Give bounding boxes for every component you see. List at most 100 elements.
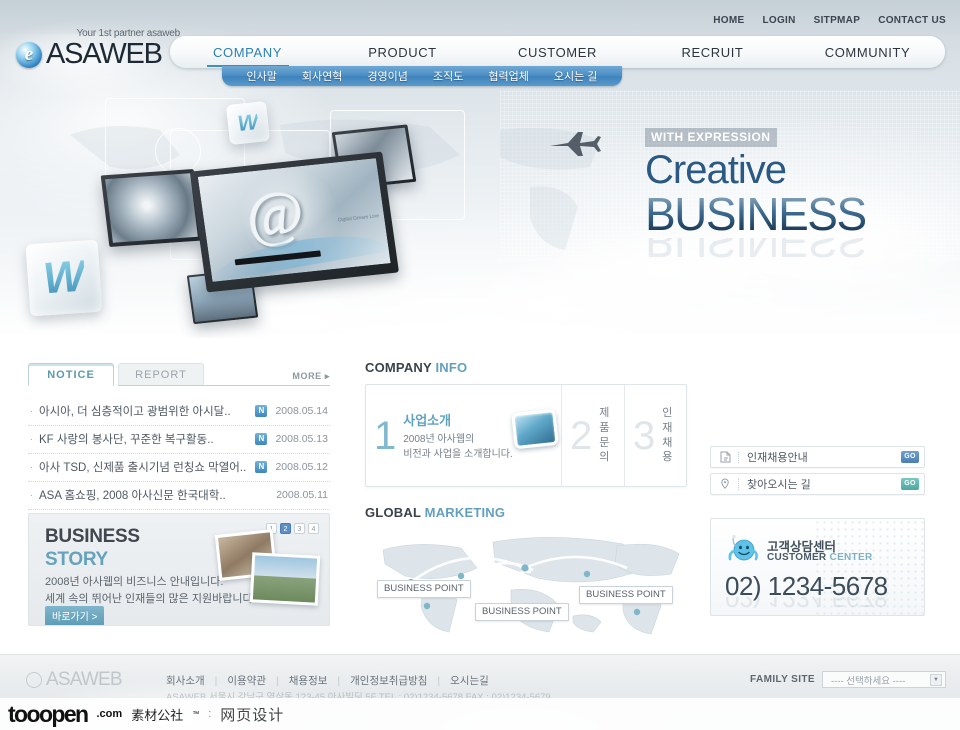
subnav-item-philosophy[interactable]: 경영이념 xyxy=(367,68,407,84)
go-button[interactable]: GO xyxy=(901,451,919,463)
bullet-icon: · xyxy=(30,434,33,444)
footer-links: 회사소개 | 이용약관 | 채용정보 | 개인정보취급방침 | 오시는길 xyxy=(166,673,489,688)
subnav-item-greeting[interactable]: 인사말 xyxy=(247,68,277,84)
notice-date: 2008.05.14 xyxy=(275,405,328,417)
customer-center-title-en: CUSTOMER CENTER xyxy=(767,552,873,563)
business-point-label[interactable]: BUSINESS POINT xyxy=(377,580,471,598)
hero-headline: WITH EXPRESSION Creative BUSINESS BUSINE… xyxy=(645,128,945,264)
notice-title[interactable]: 아사 TSD, 신제품 출시기념 런칭쇼 막열어.. xyxy=(39,459,251,475)
decor-circle xyxy=(155,128,201,174)
nav-item-customer[interactable]: CUSTOMER xyxy=(480,36,635,68)
watermark-cn-name: 素材公社 xyxy=(131,707,184,723)
quick-link-directions[interactable]: 찾아오시는 길 GO xyxy=(710,473,925,495)
topnav-item-home[interactable]: HOME xyxy=(713,15,744,26)
go-button[interactable]: GO xyxy=(901,478,919,490)
notice-item[interactable]: · 아시아, 더 심층적이고 광범위한 아시달.. N 2008.05.14 xyxy=(28,398,330,426)
company-info-item-3[interactable]: 3 인재 채용 xyxy=(625,385,686,486)
notice-more-link[interactable]: MORE ▸ xyxy=(292,371,330,382)
quick-link-label: 찾아오시는 길 xyxy=(747,479,811,491)
business-point-label[interactable]: BUSINESS POINT xyxy=(579,586,673,604)
sub-navigation: 인사말 회사연혁 경영이념 조직도 협력업체 오시는 길 xyxy=(222,66,622,86)
divider: | xyxy=(437,674,441,687)
notice-item[interactable]: · KF 사랑의 봉사단, 꾸준한 복구활동.. N 2008.05.13 xyxy=(28,426,330,454)
hero-monitor-main: @ Digital Dream Line xyxy=(189,151,400,293)
notice-title[interactable]: KF 사랑의 봉사단, 꾸준한 복구활동.. xyxy=(39,431,251,447)
company-info-title-light: INFO xyxy=(435,360,468,375)
subnav-item-partners[interactable]: 협력업체 xyxy=(488,68,528,84)
hero-line-business-reflection: BUSINESS xyxy=(645,238,866,264)
browser-e-icon: e xyxy=(16,41,42,68)
subnav-item-directions[interactable]: 오시는 길 xyxy=(554,68,598,84)
mascot-icon xyxy=(728,535,758,561)
story-photo-stack xyxy=(213,529,323,614)
business-story-panel: 1 2 3 4 BUSINESS STORY 2008년 아사웹의 비즈니스 안… xyxy=(28,513,330,626)
global-marketing-title-main: GLOBAL xyxy=(365,505,421,520)
company-info-item-1[interactable]: 1 사업소개 2008년 아사웹의 비전과 사업을 소개합니다. xyxy=(366,385,562,486)
nav-item-community[interactable]: COMMUNITY xyxy=(790,36,945,68)
cube-letter: W xyxy=(236,108,260,137)
hero-monitor-left xyxy=(100,169,203,247)
nav-item-product[interactable]: PRODUCT xyxy=(325,36,480,68)
chevron-down-icon[interactable]: ▼ xyxy=(930,673,942,686)
footer-link-directions[interactable]: 오시는길 xyxy=(450,673,489,688)
tab-notice[interactable]: NOTICE xyxy=(28,363,114,386)
footer-link-privacy[interactable]: 개인정보취급방침 xyxy=(350,673,427,688)
story-desc-line1: 2008년 아사웹의 비즈니스 안내입니다. xyxy=(45,576,224,588)
tab-report[interactable]: REPORT xyxy=(118,363,204,386)
divider: | xyxy=(276,674,279,687)
company-info-panel: COMPANY INFO 1 사업소개 2008년 아사웹의 비전과 사업을 소… xyxy=(365,360,687,487)
notice-item[interactable]: · ASA 홈쇼핑, 2008 아사신문 한국대학.. 2008.05.11 xyxy=(28,482,330,510)
watermark-domain: .com xyxy=(96,708,123,720)
logo-wordmark: ASAWEB xyxy=(46,38,163,70)
map-pin-icon xyxy=(716,478,734,490)
nav-item-recruit[interactable]: RECRUIT xyxy=(635,36,790,68)
new-badge: N xyxy=(255,461,268,473)
divider: | xyxy=(214,674,218,687)
hero-cube-bottomleft: W xyxy=(25,239,103,317)
world-map: BUSINESS POINT BUSINESS POINT BUSINESS P… xyxy=(365,528,687,638)
company-info-title-main: COMPANY xyxy=(365,360,432,375)
notice-date: 2008.05.11 xyxy=(276,489,328,501)
family-site-area: FAMILY SITE ---- 선택하세요 ---- ▼ xyxy=(750,671,946,688)
footer-link-about[interactable]: 회사소개 xyxy=(166,673,205,688)
company-info-title: COMPANY INFO xyxy=(365,360,687,375)
footer-link-terms[interactable]: 이용약관 xyxy=(227,673,266,688)
company-info-heading: 사업소개 xyxy=(403,412,452,428)
nav-item-company[interactable]: COMPANY xyxy=(170,36,325,68)
divider: | xyxy=(337,674,341,687)
company-info-item-2[interactable]: 2 제품 문의 xyxy=(562,385,625,486)
quick-link-recruit[interactable]: 인재채용안내 GO xyxy=(710,446,925,468)
subnav-item-history[interactable]: 회사연혁 xyxy=(302,68,342,84)
screen-caption: Digital Dream Line xyxy=(337,213,380,224)
company-info-number: 3 xyxy=(633,413,656,458)
global-marketing-panel: GLOBAL MARKETING BUSINESS POINT BUSINESS… xyxy=(365,505,687,638)
main-navigation: COMPANY PRODUCT CUSTOMER RECRUIT COMMUNI… xyxy=(170,36,945,68)
story-title-top: BUSINESS xyxy=(45,526,140,547)
topnav-item-login[interactable]: LOGIN xyxy=(762,15,795,26)
notice-item[interactable]: · 아사 TSD, 신제품 출시기념 런칭쇼 막열어.. N 2008.05.1… xyxy=(28,454,330,482)
topnav-item-sitemap[interactable]: SITPMAP xyxy=(814,15,861,26)
footer-logo-mark xyxy=(26,672,42,688)
story-title-bottom: STORY xyxy=(45,549,108,570)
family-site-select[interactable]: ---- 선택하세요 ---- ▼ xyxy=(822,671,946,688)
cube-letter: W xyxy=(41,251,87,304)
global-marketing-title: GLOBAL MARKETING xyxy=(365,505,687,520)
at-symbol-icon: @ xyxy=(242,178,309,252)
story-goto-button[interactable]: 바로가기 > xyxy=(45,606,105,625)
document-icon xyxy=(716,451,734,463)
family-site-value: ---- 선택하세요 ---- xyxy=(831,675,906,687)
story-photo-tower xyxy=(249,552,321,606)
site-logo[interactable]: Your 1st partner asaweb e ASAWEB xyxy=(16,28,186,69)
company-info-number: 2 xyxy=(570,413,593,458)
airplane-icon xyxy=(550,132,601,156)
footer-link-recruit[interactable]: 채용정보 xyxy=(289,673,328,688)
notice-title[interactable]: 아시아, 더 심층적이고 광범위한 아시달.. xyxy=(39,403,251,419)
notice-title[interactable]: ASA 홈쇼핑, 2008 아사신문 한국대학.. xyxy=(39,487,252,503)
topnav-item-contact[interactable]: CONTACT US xyxy=(878,15,946,26)
hero-cube-top: W xyxy=(226,101,270,145)
business-point-label[interactable]: BUSINESS POINT xyxy=(475,603,569,621)
subnav-item-orgchart[interactable]: 조직도 xyxy=(433,68,463,84)
company-info-box: 1 사업소개 2008년 아사웹의 비전과 사업을 소개합니다. 2 제품 문의 xyxy=(365,384,687,487)
footer-logo-text: ASAWEB xyxy=(46,669,123,690)
company-info-desc: 2008년 아사웹의 비전과 사업을 소개합니다. xyxy=(403,433,513,460)
